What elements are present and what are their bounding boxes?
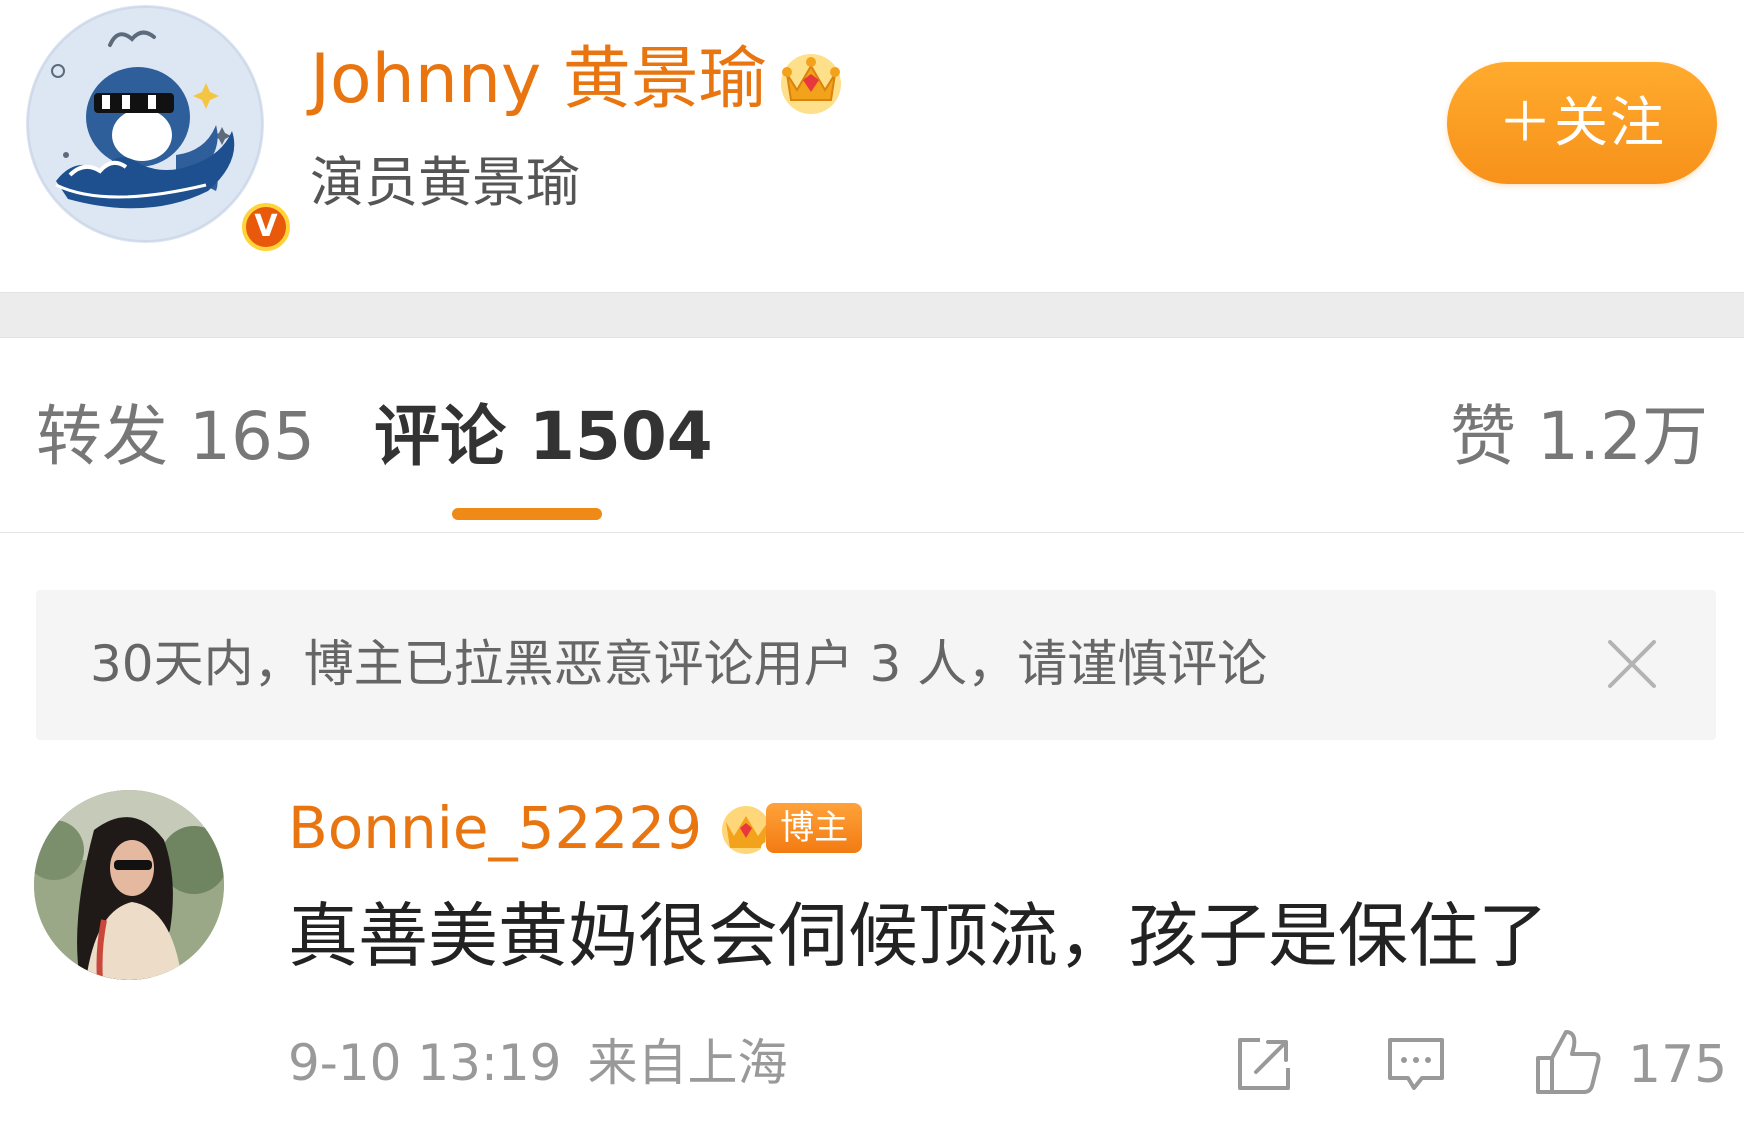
verified-badge: V: [236, 197, 296, 257]
comment-avatar[interactable]: [34, 790, 224, 980]
moderation-notice: 30天内，博主已拉黑恶意评论用户 3 人，请谨慎评论: [36, 590, 1716, 740]
share-icon[interactable]: [1232, 1032, 1296, 1096]
profile-name-row[interactable]: Johnny 黄景瑜: [310, 38, 847, 122]
blogger-label: 博主: [766, 803, 863, 853]
like-count: 175: [1628, 1035, 1728, 1095]
tab-comments[interactable]: 评论 1504: [374, 396, 713, 478]
section-divider: [0, 292, 1744, 338]
comment-username-row[interactable]: Bonnie_52229 6 博主: [288, 790, 863, 866]
comment-location: 来自上海: [587, 1034, 788, 1092]
user-photo-avatar: [34, 790, 224, 980]
tab-forward[interactable]: 转发 165: [36, 396, 315, 478]
close-icon[interactable]: [1604, 636, 1660, 692]
profile-avatar[interactable]: V: [26, 5, 296, 257]
whale-avatar-icon: [27, 6, 263, 242]
comment-username[interactable]: Bonnie_52229: [288, 790, 702, 866]
reply-icon[interactable]: [1384, 1032, 1448, 1096]
fan-level-badge: 6 博主: [718, 798, 863, 858]
comment-meta: 9-10 13:19 来自上海: [288, 1030, 787, 1096]
thumbs-up-icon[interactable]: [1532, 1026, 1604, 1098]
comment-date: 9-10 13:19: [288, 1034, 562, 1092]
follow-button[interactable]: ＋关注: [1447, 62, 1717, 184]
verified-v-icon: V: [242, 203, 290, 251]
tabs-border: [0, 532, 1744, 533]
profile-name[interactable]: Johnny 黄景瑜: [310, 38, 767, 122]
profile-header: V Johnny 黄景瑜 演员黄景瑜 ＋关注: [0, 0, 1744, 290]
notice-text: 30天内，博主已拉黑恶意评论用户 3 人，请谨慎评论: [90, 635, 1268, 693]
tab-likes[interactable]: 赞 1.2万: [1450, 396, 1708, 478]
profile-subtitle: 演员黄景瑜: [310, 151, 580, 214]
active-tab-indicator: [452, 508, 602, 520]
comment-text: 真善美黄妈很会伺候顶流，孩子是保住了: [288, 895, 1548, 977]
crown-icon: [780, 54, 841, 114]
